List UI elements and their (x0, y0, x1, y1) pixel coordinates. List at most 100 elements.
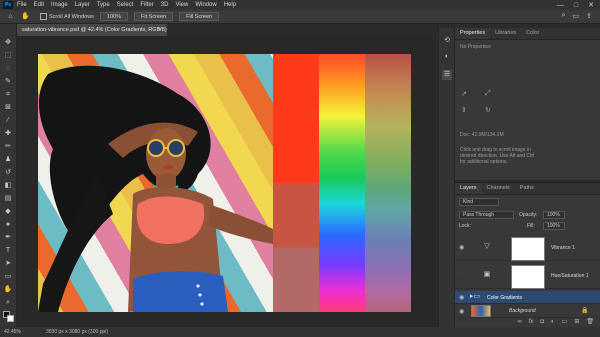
blend-mode-label: Pass Through (463, 212, 495, 218)
hand-tool-active-icon[interactable]: ✋ (3, 285, 13, 295)
menu-type[interactable]: Type (97, 2, 110, 8)
frame-tool-icon[interactable]: ⊠ (3, 103, 13, 113)
layer-name[interactable]: Color Gradients (487, 295, 522, 301)
search-icon[interactable]: ⌕ (562, 12, 566, 20)
tab-paths[interactable]: Paths (515, 183, 539, 194)
layer-name[interactable]: Hue/Saturation 1 (551, 273, 589, 279)
crop-tool-icon[interactable]: ⌗ (3, 90, 13, 100)
dodge-tool-icon[interactable]: ● (3, 220, 13, 230)
kind-filter-select[interactable]: Kind (459, 198, 499, 206)
eraser-tool-icon[interactable]: ◧ (3, 181, 13, 191)
workspace-icon[interactable]: ▭ (573, 12, 580, 20)
menu-bar: Ps File Edit Image Layer Type Select Fil… (0, 0, 600, 10)
layer-name[interactable]: Background (509, 308, 536, 314)
eyedropper-tool-icon[interactable]: ⁄ (3, 116, 13, 126)
fit-screen-button[interactable]: Fit Screen (134, 12, 174, 21)
quick-select-tool-icon[interactable]: ✎ (3, 77, 13, 87)
rotate-icon: ↻ (485, 107, 491, 114)
document-canvas[interactable] (38, 54, 411, 312)
properties-panel-icon[interactable]: ☰ (442, 70, 452, 80)
menu-file[interactable]: File (17, 2, 27, 8)
options-bar: ⌂ ✋ Scroll All Windows 100% Fit Screen F… (0, 10, 600, 24)
photo-woman-sunglasses (38, 54, 273, 312)
new-layer-icon[interactable]: ⊞ (574, 317, 579, 327)
transform-icon: ⇕ (461, 107, 467, 114)
minimize-button[interactable]: — (557, 2, 564, 9)
status-zoom[interactable]: 42.45% (4, 327, 21, 337)
properties-panel: Properties Libraries Color No Properties… (455, 28, 600, 180)
history-panel-icon[interactable]: ⟲ (442, 36, 452, 46)
menu-window[interactable]: Window (195, 2, 216, 8)
zoom-100-button[interactable]: 100% (99, 12, 129, 21)
fx-icon[interactable]: fx (529, 317, 534, 327)
blend-mode-select[interactable]: Pass Through (459, 211, 514, 219)
group-icon[interactable]: ▭ (562, 317, 568, 327)
eye-hidden-icon[interactable]: ◌ (459, 272, 463, 278)
tab-libraries[interactable]: Libraries (490, 28, 521, 39)
link-icon[interactable]: ∞ (517, 317, 521, 327)
tab-channels[interactable]: Channels (482, 183, 515, 194)
eye-icon[interactable]: ◉ (459, 308, 464, 315)
gradient-strip-rainbow (319, 54, 365, 312)
pen-tool-icon[interactable]: ✒ (3, 233, 13, 243)
menu-select[interactable]: Select (117, 2, 134, 8)
close-tab-icon[interactable]: ✕ (157, 24, 162, 36)
layer-mask-thumbnail[interactable] (511, 237, 545, 261)
status-doc-info[interactable]: 3030 px x 3080 px (300 ppi) (46, 327, 108, 337)
gradient-tool-icon[interactable]: ▤ (3, 194, 13, 204)
home-icon[interactable]: ⌂ (6, 12, 15, 21)
menu-layer[interactable]: Layer (75, 2, 90, 8)
blur-tool-icon[interactable]: ◆ (3, 207, 13, 217)
lasso-tool-icon[interactable]: ◌ (3, 64, 13, 74)
menu-help[interactable]: Help (224, 2, 236, 8)
scroll-all-checkbox[interactable] (40, 13, 47, 20)
fill-screen-button[interactable]: Fill Screen (179, 12, 220, 21)
menu-edit[interactable]: Edit (34, 2, 44, 8)
path-select-tool-icon[interactable]: ➤ (3, 259, 13, 269)
fill-field[interactable]: 100% (543, 222, 565, 230)
menu-image[interactable]: Image (51, 2, 68, 8)
close-window-button[interactable]: ✕ (588, 1, 594, 9)
layers-tabs: Layers Channels Paths (455, 183, 600, 195)
layer-row-color-gradients[interactable]: ◉ ▸▭ Color Gradients (455, 291, 600, 304)
scroll-all-label: Scroll All Windows (49, 13, 94, 20)
brush-tool-icon[interactable]: ✏ (3, 142, 13, 152)
document-tab[interactable]: saturation-vibrance.psd @ 42.4% (Color G… (17, 24, 167, 45)
share-icon[interactable]: ⇪ (586, 12, 592, 20)
stamp-tool-icon[interactable]: ♟ (3, 155, 13, 165)
move-tool-icon[interactable]: ✥ (3, 38, 13, 48)
background-color-swatch[interactable] (7, 315, 14, 322)
menu-view[interactable]: View (175, 2, 188, 8)
window-controls: — □ ✕ (557, 0, 594, 10)
hand-tool-hint: Click and drag to scroll image in desire… (460, 147, 535, 165)
eye-icon[interactable]: ◉ (459, 294, 464, 301)
menu-filter[interactable]: Filter (140, 2, 153, 8)
marquee-tool-icon[interactable]: ⬚ (3, 51, 13, 61)
adjustments-panel-icon[interactable]: ◐ (442, 52, 452, 62)
zoom-tool-icon[interactable]: ⌕ (3, 298, 13, 308)
layer-row-vibrance[interactable]: ◉ ▽ Vibrance 1 (455, 235, 600, 261)
trash-icon[interactable]: 🗑 (586, 317, 594, 327)
layer-row-hue-saturation[interactable]: ◌ ▣ Hue/Saturation 1 (455, 263, 600, 289)
opacity-field[interactable]: 100% (543, 211, 565, 219)
menu-3d[interactable]: 3D (161, 2, 169, 8)
tab-color[interactable]: Color (521, 28, 544, 39)
layer-name[interactable]: Vibrance 1 (551, 245, 575, 251)
panel-dock-icons: ⟲ ◐ ☰ (438, 28, 455, 327)
healing-tool-icon[interactable]: ✚ (3, 129, 13, 139)
eye-icon[interactable]: ◉ (459, 244, 464, 251)
type-tool-icon[interactable]: T (3, 246, 13, 256)
tab-layers[interactable]: Layers (455, 183, 482, 194)
shape-tool-icon[interactable]: ▭ (3, 272, 13, 282)
history-brush-tool-icon[interactable]: ↺ (3, 168, 13, 178)
tab-properties[interactable]: Properties (455, 28, 491, 39)
layer-thumbnail[interactable] (471, 305, 491, 317)
vibrance-adjustment-icon: ▽ (484, 243, 490, 250)
hand-tool-icon[interactable]: ✋ (21, 12, 30, 21)
layer-row-background[interactable]: ◉ Background 🔒 (455, 304, 600, 318)
layer-mask-thumbnail[interactable] (511, 265, 545, 289)
photoshop-logo: Ps (3, 1, 13, 9)
maximize-button[interactable]: □ (574, 2, 578, 9)
mask-icon[interactable]: ◘ (540, 317, 544, 327)
adjustment-layer-icon[interactable]: ◐ (551, 317, 555, 327)
